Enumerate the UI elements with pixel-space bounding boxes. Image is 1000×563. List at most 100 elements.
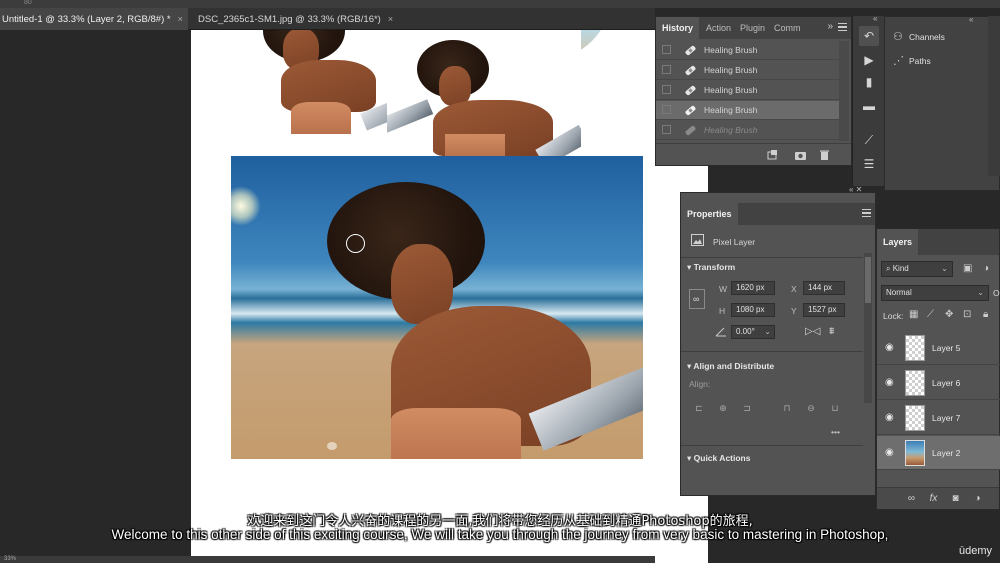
chevron-right-icon[interactable]: » [827,21,833,32]
align-horizontal-center-icon[interactable]: ⊕ [717,403,729,415]
eye-icon[interactable]: ◉ [885,412,896,423]
history-checkbox[interactable] [662,45,671,54]
chevron-down-icon[interactable]: ⌄ [977,286,984,300]
tab-layers[interactable]: Layers [877,229,919,255]
quick-actions-heading[interactable]: ▾ Quick Actions [687,453,750,464]
zoom-status: 33% [4,556,17,562]
adjustment-layer-icon[interactable]: ◑ [971,493,984,505]
align-heading[interactable]: ▾ Align and Distribute [687,361,774,372]
history-checkbox[interactable] [662,65,671,74]
sun-flare [231,186,261,226]
history-item-label: Healing Brush [704,85,758,95]
fx-button[interactable]: fx [927,493,940,505]
flip-horizontal-icon[interactable]: ▷◁ [805,326,820,337]
collapse-arrows-icon[interactable]: « ✕ [849,185,862,194]
layers-panel: Layers ⌕ Kind ⌄ ▣ ◑ Normal ⌄ O Lock: ▦ ⟋… [876,228,1000,510]
filter-pixel-icon[interactable]: ▣ [963,263,972,274]
collapse-arrows-icon[interactable]: « [873,14,877,23]
layer-name: Layer 5 [932,343,961,353]
chevron-down-icon[interactable]: ⌄ [764,326,771,338]
paths-item[interactable]: ⋰ Paths [893,53,931,69]
boat-shape [387,99,434,133]
layer-row[interactable]: ◉ Layer 6 [877,366,1000,400]
tab-history[interactable]: History [656,17,700,39]
layer-name: Layer 2 [932,448,961,458]
angle-field[interactable]: 0.00° ⌄ [731,325,775,339]
history-item[interactable]: Healing Brush [656,61,839,80]
plugin-icon[interactable]: ▮ [859,72,879,92]
y-field[interactable]: 1527 px [803,303,845,317]
collapse-arrows-icon[interactable]: « [969,15,973,24]
panel-menu-icon[interactable] [862,209,871,217]
filter-adjustment-icon[interactable]: ◑ [983,263,989,274]
eye-icon[interactable]: ◉ [885,377,896,388]
tab-action[interactable]: Action [700,17,737,39]
history-checkbox[interactable] [662,85,671,94]
photoshop-window: 80 Untitled-1 @ 33.3% (Layer 2, RGB/8#) … [0,0,1000,563]
tab-properties[interactable]: Properties [681,203,738,225]
align-vertical-center-icon[interactable]: ⊖ [805,403,817,415]
add-mask-icon[interactable]: ◙ [949,493,962,505]
eye-icon[interactable]: ◉ [885,342,896,353]
doc-tab-untitled[interactable]: Untitled-1 @ 33.3% (Layer 2, RGB/8#) * × [0,8,188,30]
layer-row-selected[interactable]: ◉ Layer 2 [877,436,1000,470]
history-item[interactable]: Healing Brush [656,121,839,140]
tab-comm[interactable]: Comm [768,17,807,39]
adjust-sliders-icon[interactable]: ☰ [859,154,879,174]
height-field[interactable]: 1080 px [731,303,775,317]
properties-scrollbar[interactable] [864,253,872,403]
canvas-area[interactable] [0,30,708,563]
align-label: Align: [689,379,711,389]
align-right-icon[interactable]: ⊐ [741,403,753,415]
chevron-down-icon[interactable]: ⌄ [941,262,948,276]
lock-artboard-icon[interactable]: ⊡ [963,309,971,320]
panel-menu-icon[interactable] [838,23,847,31]
layer-row[interactable]: ◉ Layer 7 [877,401,1000,435]
transform-heading[interactable]: ▾ Transform [687,262,735,273]
brush-cursor [346,234,365,253]
artboard[interactable] [191,30,708,563]
layers-footer: ∞ fx ◙ ◑ [877,487,999,509]
brush-settings-icon[interactable]: ⟋ [859,130,879,150]
align-heading-label: Align and Distribute [693,361,775,371]
lock-transparent-icon[interactable]: ▦ [909,309,918,320]
lock-image-icon[interactable]: ⟋ [927,309,934,320]
width-field[interactable]: 1620 px [731,281,775,295]
lock-position-icon[interactable]: ✥ [945,309,953,320]
align-left-icon[interactable]: ⊏ [693,403,705,415]
link-layers-icon[interactable]: ∞ [905,493,918,505]
lock-all-icon[interactable]: 🔒︎ [983,309,988,320]
flip-vertical-icon[interactable]: ⩩ [829,326,834,337]
doc-tab-label: DSC_2365c1-SM1.jpg @ 33.3% (RGB/16*) [198,14,381,25]
align-top-icon[interactable]: ⊓ [781,403,793,415]
main-photo-layer[interactable] [231,156,643,459]
history-item-selected[interactable]: Healing Brush [656,101,839,120]
layer-row[interactable]: ◉ Layer 5 [877,331,1000,365]
healing-brush-icon [685,85,696,96]
divider [681,351,863,352]
close-icon[interactable]: × [178,14,183,24]
new-document-from-state-icon[interactable] [766,149,779,161]
history-item[interactable]: Healing Brush [656,41,839,60]
history-panel-icon[interactable]: ↶ [859,26,879,46]
x-field[interactable]: 144 px [803,281,845,295]
align-bottom-icon[interactable]: ⊔ [829,403,841,415]
layer-filter-kind[interactable]: ⌕ Kind ⌄ [881,261,953,277]
tab-plugin[interactable]: Plugin [734,17,771,39]
trash-icon[interactable] [818,149,831,161]
close-icon[interactable]: × [388,14,393,24]
doc-tab-dsc[interactable]: DSC_2365c1-SM1.jpg @ 33.3% (RGB/16*) × [196,8,396,30]
history-scrollbar[interactable] [839,41,849,141]
link-dimensions-icon[interactable]: ∞ [689,289,705,309]
blend-mode-select[interactable]: Normal ⌄ [881,285,989,301]
history-checkbox[interactable] [662,125,671,134]
more-options-icon[interactable]: ••• [831,427,840,437]
x-label: X [791,284,797,294]
camera-icon[interactable] [794,149,807,161]
play-icon[interactable]: ▶ [859,50,879,70]
history-item[interactable]: Healing Brush [656,81,839,100]
eye-icon[interactable]: ◉ [885,447,896,458]
history-checkbox[interactable] [662,105,671,114]
channels-item[interactable]: ⚇ Channels [893,29,945,45]
comment-icon[interactable]: ▬ [859,96,879,116]
